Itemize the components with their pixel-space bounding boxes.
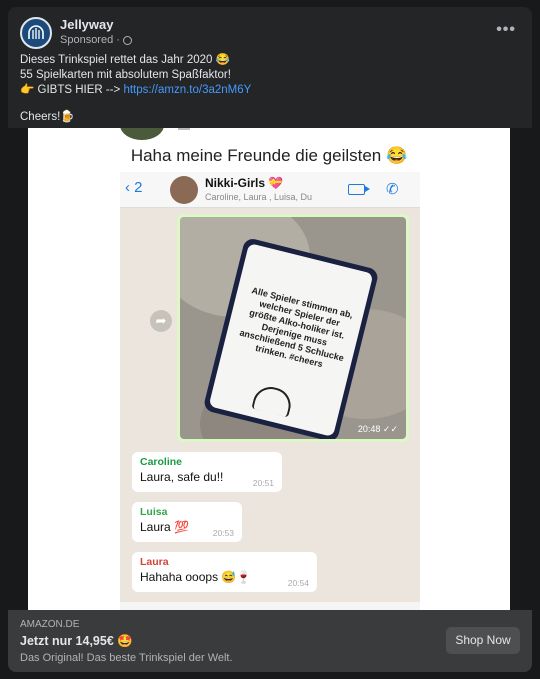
chat-screen: ‹ 2 Nikki-Girls 💝 Caroline, Laura , Luis…: [120, 172, 420, 610]
group-avatar: [170, 176, 198, 204]
post-line-2: 55 Spielkarten mit absolutem Spaßfaktor!: [20, 69, 231, 81]
message-sender: Laura: [140, 556, 169, 568]
chat-message: Caroline Laura, safe du!! 20:51: [132, 452, 282, 492]
message-time: 20:51: [252, 478, 274, 488]
message-time: 20:53: [212, 528, 234, 538]
shop-now-button[interactable]: Shop Now: [446, 627, 520, 654]
amazon-link[interactable]: https://amzn.to/3a2nM6Y: [123, 84, 251, 96]
cropped-username: [178, 128, 190, 130]
chat-header: ‹ 2 Nikki-Girls 💝 Caroline, Laura , Luis…: [120, 172, 420, 208]
post-header: Jellyway Sponsored · •••: [20, 15, 520, 51]
card-photo: Alle Spieler stimmen ab, welcher Spieler…: [180, 217, 406, 439]
meta-separator: ·: [116, 34, 120, 46]
more-options-icon[interactable]: •••: [496, 21, 516, 39]
jelly-logo-icon: [251, 383, 295, 418]
game-card-text: Alle Spieler stimmen ab, welcher Spieler…: [238, 285, 355, 370]
message-sender: Caroline: [140, 456, 183, 468]
chat-message: Laura Hahaha ooops 😅🍷 20:54: [132, 552, 317, 592]
screenshot-caption: Haha meine Freunde die geilsten 😂: [130, 146, 408, 165]
message-time: 20:54: [287, 578, 309, 588]
jellyway-logo-icon: [28, 25, 44, 39]
globe-icon: [122, 35, 132, 45]
group-members: Caroline, Laura , Luisa, Du: [205, 192, 313, 202]
message-sender: Luisa: [140, 506, 168, 518]
ad-headline[interactable]: Jetzt nur 14,95€ 🤩: [20, 634, 133, 649]
video-camera-icon: [348, 184, 370, 195]
phone-icon: ✆: [386, 181, 399, 198]
forward-icon: ➦: [150, 310, 172, 332]
screenshot-image: Haha meine Freunde die geilsten 😂 ‹ 2 Ni…: [28, 128, 510, 610]
sponsored-label[interactable]: Sponsored: [60, 34, 113, 46]
back-button: ‹ 2: [125, 179, 143, 196]
message-text: Hahaha ooops 😅🍷: [140, 570, 252, 584]
page-name[interactable]: Jellyway: [60, 17, 114, 32]
post-line-3: 👉 GIBTS HIER --> https://amzn.to/3a2nM6Y: [20, 83, 520, 98]
chat-message: Luisa Laura 💯 20:53: [132, 502, 242, 542]
post-image[interactable]: Haha meine Freunde die geilsten 😂 ‹ 2 Ni…: [8, 128, 532, 610]
sponsored-post: Jellyway Sponsored · ••• Dieses Trinkspi…: [8, 7, 532, 672]
ad-footer[interactable]: AMAZON.DE Jetzt nur 14,95€ 🤩 Das Origina…: [8, 610, 532, 672]
cropped-avatar: [120, 128, 164, 140]
post-meta: Sponsored ·: [60, 34, 132, 46]
image-message-time: 20:48 ✓✓: [357, 424, 398, 434]
page-avatar[interactable]: [20, 17, 52, 49]
image-message: Alle Spieler stimmen ab, welcher Spieler…: [177, 214, 409, 442]
post-line-4: Cheers!🍺: [20, 111, 75, 123]
post-line-1: Dieses Trinkspiel rettet das Jahr 2020 😂: [20, 54, 230, 66]
post-line-3-prefix: 👉 GIBTS HIER -->: [20, 84, 124, 96]
chat-input-bar: [120, 602, 420, 610]
group-name: Nikki-Girls 💝: [205, 176, 284, 190]
ad-domain: AMAZON.DE: [20, 619, 80, 630]
ad-description: Das Original! Das beste Trinkspiel der W…: [20, 652, 233, 664]
post-text: Dieses Trinkspiel rettet das Jahr 2020 😂…: [20, 53, 520, 125]
